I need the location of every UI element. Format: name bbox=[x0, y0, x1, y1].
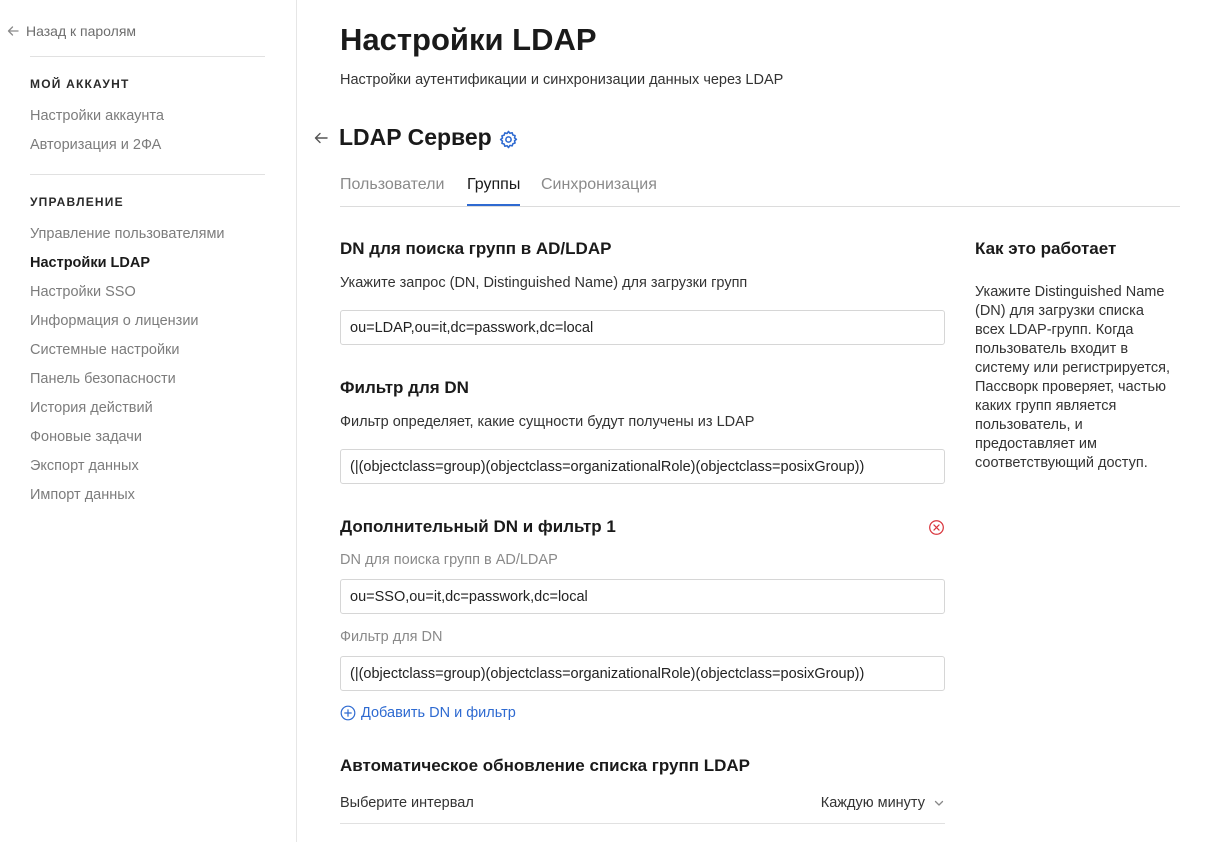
gear-icon[interactable] bbox=[498, 129, 519, 150]
sidebar: Назад к паролям МОЙ АККАУНТ Настройки ак… bbox=[0, 0, 297, 842]
sidebar-item-activity-log[interactable]: История действий bbox=[30, 400, 153, 416]
sidebar-item-background-tasks[interactable]: Фоновые задачи bbox=[30, 429, 142, 445]
chevron-down-icon bbox=[934, 800, 944, 806]
arrow-left-icon[interactable] bbox=[312, 129, 330, 147]
back-link-label: Назад к паролям bbox=[26, 23, 137, 39]
server-tabs: Пользователи Группы Синхронизация bbox=[340, 176, 1180, 207]
page-subtitle: Настройки аутентификации и синхронизации… bbox=[340, 72, 784, 88]
sidebar-item-data-import[interactable]: Импорт данных bbox=[30, 487, 135, 503]
dn-filter-description: Фильтр определяет, какие сущности будут … bbox=[340, 414, 755, 430]
interval-value: Каждую минуту bbox=[820, 795, 925, 811]
dn-filter-input[interactable] bbox=[340, 449, 945, 484]
tab-groups[interactable]: Группы bbox=[467, 176, 521, 206]
sidebar-divider bbox=[30, 174, 265, 175]
extra-filter-input[interactable] bbox=[340, 656, 945, 691]
dn-search-description: Укажите запрос (DN, Distinguished Name) … bbox=[340, 275, 748, 291]
extra-dn-input[interactable] bbox=[340, 579, 945, 614]
sidebar-item-user-management[interactable]: Управление пользователями bbox=[30, 226, 225, 242]
remove-circle-icon[interactable] bbox=[928, 519, 945, 536]
interval-select-row: Выберите интервал Каждую минуту bbox=[340, 790, 945, 824]
server-title: LDAP Сервер bbox=[339, 124, 492, 150]
interval-select[interactable]: Каждую минуту bbox=[821, 795, 945, 811]
extra-filter-label: Фильтр для DN bbox=[340, 629, 443, 645]
sidebar-item-data-export[interactable]: Экспорт данных bbox=[30, 458, 139, 474]
sidebar-item-sso-settings[interactable]: Настройки SSO bbox=[30, 284, 136, 300]
auto-update-title: Автоматическое обновление списка групп L… bbox=[340, 756, 750, 775]
extra-dn-title: Дополнительный DN и фильтр 1 bbox=[340, 517, 616, 536]
sidebar-item-system-settings[interactable]: Системные настройки bbox=[30, 342, 180, 358]
arrow-left-icon bbox=[7, 26, 19, 36]
dn-search-title: DN для поиска групп в AD/LDAP bbox=[340, 239, 612, 258]
sidebar-item-account-settings[interactable]: Настройки аккаунта bbox=[30, 108, 164, 124]
sidebar-heading-my-account: МОЙ АККАУНТ bbox=[30, 77, 130, 91]
tab-sync[interactable]: Синхронизация bbox=[541, 176, 657, 204]
add-dn-filter-label: Добавить DN и фильтр bbox=[361, 705, 516, 721]
back-to-passwords-link[interactable]: Назад к паролям bbox=[5, 23, 136, 39]
sidebar-item-security-dashboard[interactable]: Панель безопасности bbox=[30, 371, 176, 387]
extra-dn-label: DN для поиска групп в AD/LDAP bbox=[340, 552, 558, 568]
sidebar-divider bbox=[30, 56, 265, 57]
sidebar-heading-management: УПРАВЛЕНИЕ bbox=[30, 195, 124, 209]
sidebar-item-auth-2fa[interactable]: Авторизация и 2ФА bbox=[30, 137, 161, 153]
dn-search-input[interactable] bbox=[340, 310, 945, 345]
sidebar-item-license-info[interactable]: Информация о лицензии bbox=[30, 313, 199, 329]
help-text: Укажите Distinguished Name (DN) для загр… bbox=[975, 284, 1170, 471]
page-title: Настройки LDAP bbox=[340, 22, 597, 57]
interval-label: Выберите интервал bbox=[340, 795, 474, 811]
tab-users[interactable]: Пользователи bbox=[340, 176, 444, 204]
sidebar-item-ldap-settings[interactable]: Настройки LDAP bbox=[30, 255, 150, 271]
dn-filter-title: Фильтр для DN bbox=[340, 378, 469, 397]
plus-circle-icon bbox=[340, 705, 356, 721]
help-title: Как это работает bbox=[975, 239, 1117, 258]
add-dn-filter-button[interactable]: Добавить DN и фильтр bbox=[340, 705, 516, 721]
